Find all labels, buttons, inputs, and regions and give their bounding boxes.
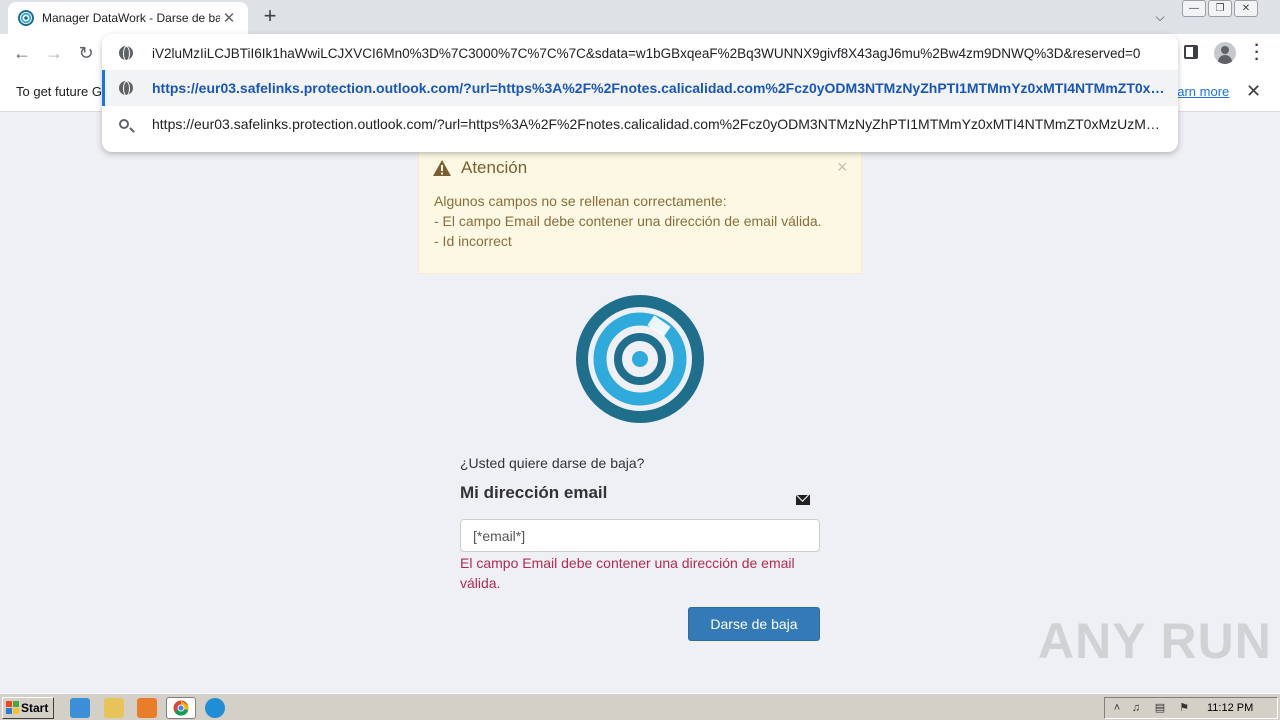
forward-arrow-icon[interactable]: → [43,42,65,64]
profile-avatar-icon[interactable] [1214,42,1236,64]
email-label: Mi dirección email [460,483,608,502]
learn-more-link[interactable]: earn more [1170,84,1229,99]
file-explorer-icon[interactable] [104,698,124,718]
email-error-message: El campo Email debe contener una direcci… [460,555,795,591]
warning-alert: × Atención Algunos campos no se rellenan… [418,148,862,274]
suggestion-search-text: https://eur03.safelinks.protection.outlo… [152,116,1168,132]
side-panel-icon[interactable] [1184,45,1198,59]
back-arrow-icon[interactable]: ← [11,42,33,64]
minimize-button[interactable]: — [1182,0,1206,17]
suggestion-url-text: https://eur03.safelinks.protection.outlo… [152,80,1168,96]
restore-button[interactable]: ❐ [1208,0,1232,17]
network-icon[interactable]: ▤ [1153,702,1167,715]
media-player-icon[interactable] [137,698,157,718]
action-center-flag-icon[interactable]: ⚑ [1177,702,1191,715]
alert-close-button[interactable]: × [837,157,848,178]
start-button[interactable]: Start [2,697,54,719]
internet-explorer-icon[interactable] [70,698,90,718]
alert-line: - Id incorrect [434,233,512,249]
browser-tab[interactable]: Manager DataWork - Darse de baja ✕ [8,2,248,34]
site-logo-icon [18,10,34,26]
reload-icon[interactable]: ↻ [75,42,97,64]
start-label: Start [21,701,49,715]
chrome-taskbar-button[interactable] [166,697,196,719]
omnibox-dropdown: iV2luMzIiLCJBTiI6Ik1haWwiLCJXVCI6Mn0%3D%… [102,34,1178,152]
windows-logo-icon [6,701,19,714]
window-controls: — ❐ ✕ [1182,0,1258,17]
alert-line: Algunos campos no se rellenan correctame… [434,193,727,209]
tab-search-chevron-icon[interactable]: ⌵ [1150,7,1170,27]
tab-strip: Manager DataWork - Darse de baja ✕ + ⌵ —… [0,0,1280,34]
search-icon [119,119,129,129]
windows-taskbar: Start ˄ ♫ ▤ ⚑ 11:12 PM [0,693,1280,720]
globe-icon [119,46,133,61]
globe-icon [119,81,133,96]
omnibox-suggestion-url[interactable]: https://eur03.safelinks.protection.outlo… [102,70,1178,106]
close-window-button[interactable]: ✕ [1234,0,1258,17]
envelope-icon [796,495,810,505]
unsubscribe-question: ¿Usted quiere darse de baja? [460,455,645,471]
chrome-icon [173,700,189,716]
toolbar-actions: · · · [1184,38,1274,68]
address-input-text[interactable]: iV2luMzIiLCJBTiI6Ik1haWwiLCJXVCI6Mn0%3D%… [152,46,1168,61]
datawork-logo [576,295,704,423]
address-bar[interactable]: iV2luMzIiLCJBTiI6Ik1haWwiLCJXVCI6Mn0%3D%… [102,35,1178,71]
alert-title: Atención [461,158,528,177]
alert-body: Algunos campos no se rellenan correctame… [434,191,822,251]
anyrun-watermark: ANY RUN [1038,613,1272,669]
alert-header: Atención [433,158,527,178]
system-tray: ˄ ♫ ▤ ⚑ 11:12 PM [1104,697,1278,719]
new-tab-button[interactable]: + [258,4,282,28]
alert-line: - El campo Email debe contener una direc… [434,213,822,229]
speaker-icon[interactable]: ♫ [1129,702,1143,715]
omnibox-suggestion-search[interactable]: https://eur03.safelinks.protection.outlo… [102,106,1178,142]
info-bar-text: To get future G [16,84,102,99]
tab-title: Manager DataWork - Darse de baja [42,11,220,25]
warning-triangle-icon [433,160,451,176]
info-bar-close-icon[interactable]: ✕ [1246,81,1261,102]
kebab-menu-icon[interactable]: · · · [1252,38,1262,68]
email-field[interactable] [460,519,820,552]
tab-close-icon[interactable]: ✕ [220,9,238,27]
system-clock[interactable]: 11:12 PM [1207,702,1253,714]
tray-expand-icon[interactable]: ˄ [1110,702,1124,715]
edge-icon[interactable] [205,698,225,718]
unsubscribe-button[interactable]: Darse de baja [688,607,820,641]
